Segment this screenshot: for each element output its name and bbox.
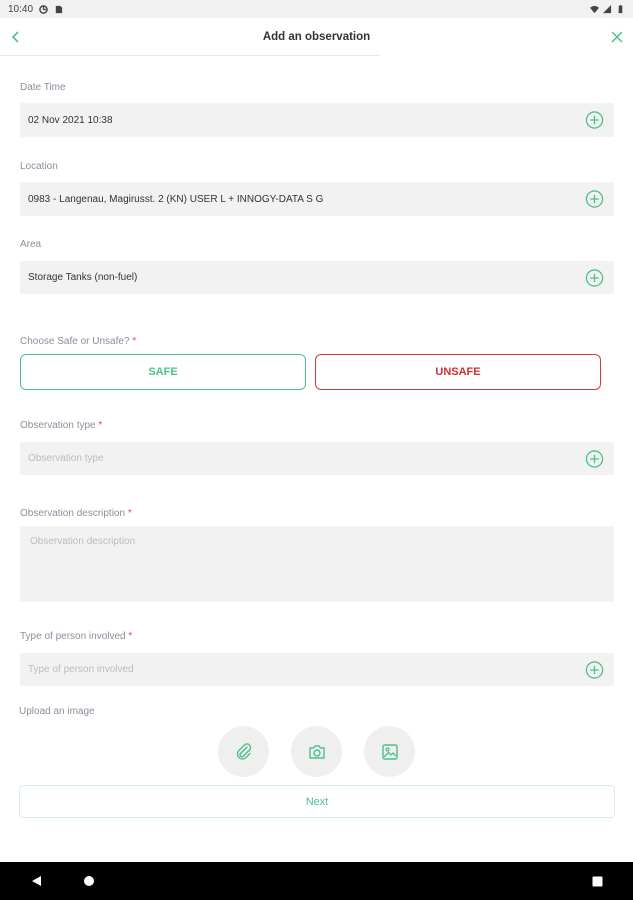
status-right [590, 4, 625, 14]
required-mark: * [132, 336, 137, 347]
nav-home-button[interactable] [81, 873, 97, 889]
gallery-button[interactable] [364, 726, 415, 777]
observation-type-field[interactable]: Observation type [20, 442, 614, 475]
system-nav-bar [0, 862, 633, 900]
paperclip-icon [236, 742, 251, 760]
app-header: Add an observation [0, 18, 633, 56]
sync-icon [39, 4, 48, 14]
person-type-label: Type of person involved * [20, 631, 132, 642]
next-button[interactable]: Next [19, 785, 615, 818]
safe-button[interactable]: SAFE [20, 354, 306, 390]
required-mark: * [98, 420, 103, 431]
signal-icon [603, 4, 612, 13]
status-left: 10:40 [8, 4, 63, 15]
wifi-icon [590, 5, 599, 13]
camera-icon [308, 744, 325, 759]
observation-description-label-text: Observation description [20, 508, 126, 519]
square-recents-icon [592, 876, 602, 886]
location-value: 0983 - Langenau, Magirusst. 2 (KN) USER … [28, 193, 324, 205]
observation-type-label-text: Observation type [20, 420, 96, 431]
area-field[interactable]: Storage Tanks (non-fuel) [20, 261, 614, 294]
add-circle-icon[interactable] [585, 190, 604, 209]
triangle-back-icon [31, 876, 41, 886]
date-time-field[interactable]: 02 Nov 2021 10:38 [20, 103, 614, 137]
add-circle-icon[interactable] [585, 449, 604, 468]
sd-card-icon [55, 5, 63, 13]
safe-unsafe-label: Choose Safe or Unsafe? * [20, 336, 136, 347]
status-bar: 10:40 [0, 0, 633, 18]
area-value: Storage Tanks (non-fuel) [28, 272, 138, 283]
battery-icon [618, 4, 623, 13]
area-label: Area [20, 239, 42, 250]
upload-label: Upload an image [19, 706, 95, 717]
add-circle-icon[interactable] [585, 660, 604, 679]
chevron-left-icon [11, 31, 19, 43]
observation-type-placeholder: Observation type [28, 453, 104, 464]
observation-description-input[interactable]: Observation description [20, 526, 614, 602]
image-icon [381, 743, 398, 760]
camera-button[interactable] [291, 726, 342, 777]
date-time-label: Date Time [20, 82, 66, 93]
status-time: 10:40 [8, 3, 34, 15]
required-mark: * [127, 508, 132, 519]
unsafe-button[interactable]: UNSAFE [315, 354, 601, 390]
close-icon [611, 31, 623, 43]
header-underline [0, 55, 380, 56]
date-time-value: 02 Nov 2021 10:38 [28, 114, 113, 126]
add-circle-icon[interactable] [585, 111, 604, 130]
location-label: Location [20, 161, 58, 172]
safe-unsafe-label-text: Choose Safe or Unsafe? [20, 336, 130, 347]
person-type-field[interactable]: Type of person involved [20, 653, 614, 686]
person-type-label-text: Type of person involved [20, 631, 126, 642]
attach-file-button[interactable] [218, 726, 269, 777]
observation-type-label: Observation type * [20, 420, 102, 431]
person-type-placeholder: Type of person involved [28, 664, 134, 675]
location-field[interactable]: 0983 - Langenau, Magirusst. 2 (KN) USER … [20, 182, 614, 216]
home-circle-icon [84, 876, 94, 886]
add-circle-icon[interactable] [585, 268, 604, 287]
page-title: Add an observation [262, 31, 371, 43]
nav-recents-button[interactable] [589, 873, 605, 889]
back-button[interactable] [6, 27, 26, 47]
required-mark: * [128, 631, 133, 642]
close-button[interactable] [607, 27, 627, 47]
nav-back-button[interactable] [28, 873, 44, 889]
observation-description-label: Observation description * [20, 508, 132, 519]
